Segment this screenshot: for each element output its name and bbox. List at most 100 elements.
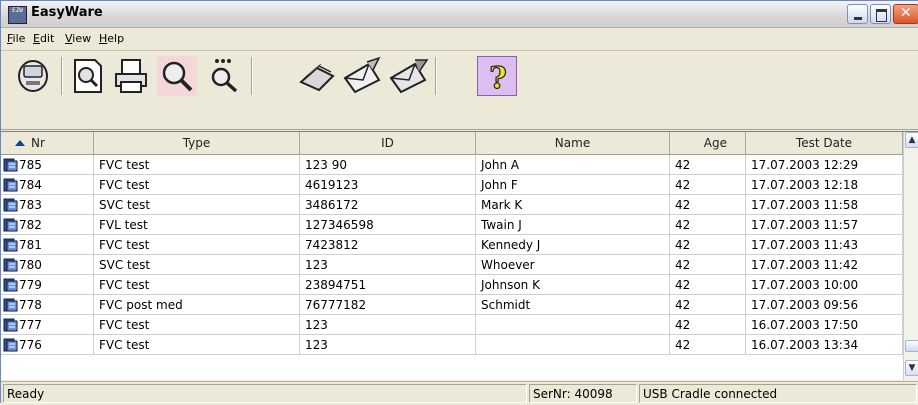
table-cell: FVC post med (94, 295, 300, 315)
svg-text:?: ? (489, 61, 507, 96)
records-table: Nr Type ID Name Age Test Date 785 FVC tes… (1, 131, 918, 380)
table-row[interactable]: 784 FVC test 4619123 John F 42 17.07.2003 12:… (1, 175, 903, 195)
table-row[interactable]: 785 FVC test 123 90 John A 42 17.07.2003 12:2… (1, 155, 903, 175)
status-text: Ready (3, 384, 527, 403)
minimize-button[interactable] (847, 4, 868, 24)
table-cell: 42 (670, 335, 746, 355)
app-icon-text: EZW (12, 7, 23, 14)
table-cell: 42 (670, 215, 746, 235)
table-cell: 17.07.2003 11:43 (746, 235, 903, 255)
table-header: Nr Type ID Name Age Test Date (1, 132, 918, 155)
table-cell: Mark K (476, 195, 670, 215)
table-cell: FVC test (94, 175, 300, 195)
table-cell: FVC test (94, 275, 300, 295)
table-cell: 776 (1, 335, 94, 355)
table-cell: Schmidt (476, 295, 670, 315)
table-cell (476, 315, 670, 335)
table-cell: 17.07.2003 11:58 (746, 195, 903, 215)
table-cell: 3486172 (300, 195, 476, 215)
scroll-down-icon[interactable]: ▼ (905, 360, 918, 376)
table-row[interactable]: 779 FVC test 23894751 Johnson K 42 17.07.2003… (1, 275, 903, 295)
close-button[interactable] (893, 4, 918, 24)
table-cell: 782 (1, 215, 94, 235)
table-cell: 780 (1, 255, 94, 275)
table-cell: 17.07.2003 12:29 (746, 155, 903, 175)
table-cell: 779 (1, 275, 94, 295)
table-cell: 42 (670, 235, 746, 255)
scroll-up-icon[interactable]: ▲ (905, 132, 918, 148)
table-cell: 777 (1, 315, 94, 335)
menu-edit[interactable]: Edit (33, 32, 54, 45)
title-bar[interactable]: EZW EasyWare (1, 1, 918, 28)
search-icon[interactable] (157, 56, 197, 96)
menu-help[interactable]: Help (99, 32, 124, 45)
table-row[interactable]: 777 FVC test 123 42 16.07.2003 17:50 (1, 315, 903, 335)
table-cell: 16.07.2003 13:34 (746, 335, 903, 355)
table-cell: 17.07.2003 11:57 (746, 215, 903, 235)
sort-ascending-icon (15, 140, 25, 146)
menu-bar: File Edit View Help (1, 28, 918, 51)
scroll-thumb[interactable] (905, 340, 918, 352)
table-cell: FVL test (94, 215, 300, 235)
preview-icon[interactable] (67, 56, 107, 96)
vertical-scrollbar[interactable]: ▲ ▼ (903, 132, 918, 380)
status-bar: Ready SerNr: 40098 USB Cradle connected (1, 381, 918, 405)
column-header-id[interactable]: ID (300, 132, 476, 154)
table-cell: Whoever (476, 255, 670, 275)
table-cell: 127346598 (300, 215, 476, 235)
search-umlaut-icon[interactable] (203, 56, 243, 96)
table-cell: 42 (670, 275, 746, 295)
serial-number: SerNr: 40098 (529, 384, 637, 403)
send-data-icon[interactable] (297, 56, 337, 96)
table-cell: SVC test (94, 195, 300, 215)
table-cell: 17.07.2003 09:56 (746, 295, 903, 315)
table-cell: John A (476, 155, 670, 175)
table-cell: FVC test (94, 235, 300, 255)
table-row[interactable]: 778 FVC post med 76777182 Schmidt 42 17.07.20… (1, 295, 903, 315)
table-cell: 42 (670, 315, 746, 335)
device-download-icon[interactable] (13, 56, 53, 96)
table-cell: 781 (1, 235, 94, 255)
table-cell: Kennedy J (476, 235, 670, 255)
column-header-age[interactable]: Age (670, 132, 746, 154)
table-row[interactable]: 776 FVC test 123 42 16.07.2003 13:34 (1, 335, 903, 355)
table-cell: 17.07.2003 12:18 (746, 175, 903, 195)
table-cell: 42 (670, 195, 746, 215)
table-cell: 23894751 (300, 275, 476, 295)
table-row[interactable]: 780 SVC test 123 Whoever 42 17.07.2003 11:42 (1, 255, 903, 275)
column-header-name[interactable]: Name (476, 132, 670, 154)
table-cell: Twain J (476, 215, 670, 235)
column-header-nr[interactable]: Nr (1, 132, 94, 154)
table-cell: 785 (1, 155, 94, 175)
table-cell: 783 (1, 195, 94, 215)
maximize-button[interactable] (870, 4, 891, 24)
table-cell: 17.07.2003 10:00 (746, 275, 903, 295)
table-cell: FVC test (94, 155, 300, 175)
table-cell: 778 (1, 295, 94, 315)
table-cell (476, 335, 670, 355)
column-header-type[interactable]: Type (94, 132, 300, 154)
table-row[interactable]: 781 FVC test 7423812 Kennedy J 42 17.07.2003 … (1, 235, 903, 255)
table-row[interactable]: 783 SVC test 3486172 Mark K 42 17.07.2003 11:… (1, 195, 903, 215)
help-icon[interactable]: ? (477, 56, 517, 97)
table-cell: SVC test (94, 255, 300, 275)
table-cell: 784 (1, 175, 94, 195)
table-cell: 17.07.2003 11:42 (746, 255, 903, 275)
menu-file[interactable]: File (7, 32, 25, 45)
table-cell: 42 (670, 175, 746, 195)
table-cell: 123 (300, 315, 476, 335)
table-cell: FVC test (94, 315, 300, 335)
table-cell: 42 (670, 155, 746, 175)
table-cell: 16.07.2003 17:50 (746, 315, 903, 335)
window-title: EasyWare (31, 5, 103, 20)
export-icon[interactable] (389, 56, 429, 96)
table-cell: 123 (300, 335, 476, 355)
column-header-test-date[interactable]: Test Date (746, 132, 903, 154)
table-row[interactable]: 782 FVL test 127346598 Twain J 42 17.07.2003 … (1, 215, 903, 235)
table-cell: 123 (300, 255, 476, 275)
email-icon[interactable] (343, 56, 383, 96)
table-cell: 123 90 (300, 155, 476, 175)
table-cell: John F (476, 175, 670, 195)
print-icon[interactable] (111, 56, 151, 96)
menu-view[interactable]: View (65, 32, 91, 45)
